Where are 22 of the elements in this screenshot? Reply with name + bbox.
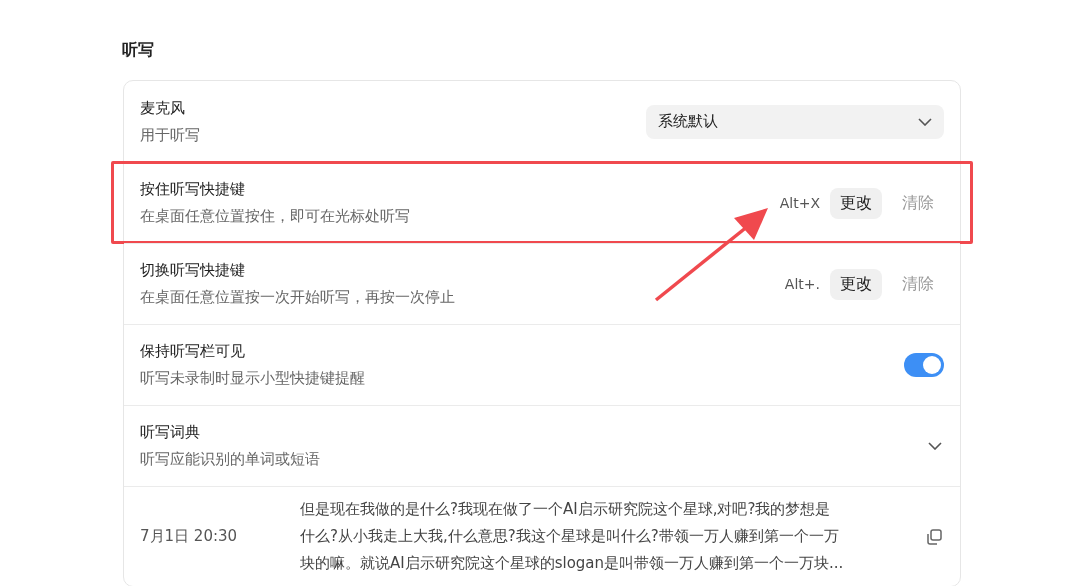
chevron-down-icon xyxy=(918,117,932,126)
transcript-text: 但是现在我做的是什么?我现在做了一个AI启示研究院这个星球,对吧?我的梦想是什么?从小我走上大我,什么意思?我这个星球是叫什么?带领一万人赚到第一个一万块的嘛。就说AI启示研究院这个星球的slogan是叫带领一万人赚到第一个一万块... xyxy=(300,499,845,574)
toggle-switch[interactable] xyxy=(904,353,944,377)
shortcut-key: Alt+X xyxy=(779,195,820,211)
setting-description: 听写应能识别的单词或短语 xyxy=(140,450,321,469)
change-button[interactable]: 更改 xyxy=(830,187,882,219)
setting-title: 切换听写快捷键 xyxy=(140,261,246,280)
chevron-icon[interactable] xyxy=(928,442,942,450)
section-title: 听写 xyxy=(122,40,154,61)
setting-title: 保持听写栏可见 xyxy=(140,342,246,361)
copy-icon[interactable] xyxy=(924,526,944,547)
setting-description: 在桌面任意位置按一次开始听写，再按一次停止 xyxy=(140,288,456,307)
setting-title: 听写词典 xyxy=(140,423,201,442)
setting-title: 麦克风 xyxy=(140,98,186,118)
setting-description: 在桌面任意位置按住，即可在光标处听写 xyxy=(140,207,411,226)
setting-title: 按住听写快捷键 xyxy=(140,180,246,199)
setting-description: 听写未录制时显示小型快捷键提醒 xyxy=(140,369,366,388)
microphone-select[interactable]: 系统默认 xyxy=(646,104,944,139)
history-time: 7月1日 20:30 xyxy=(140,527,239,546)
change-button[interactable]: 更改 xyxy=(830,268,882,300)
setting-description: 用于听写 xyxy=(140,125,201,145)
shortcut-key: Alt+. xyxy=(784,276,820,292)
